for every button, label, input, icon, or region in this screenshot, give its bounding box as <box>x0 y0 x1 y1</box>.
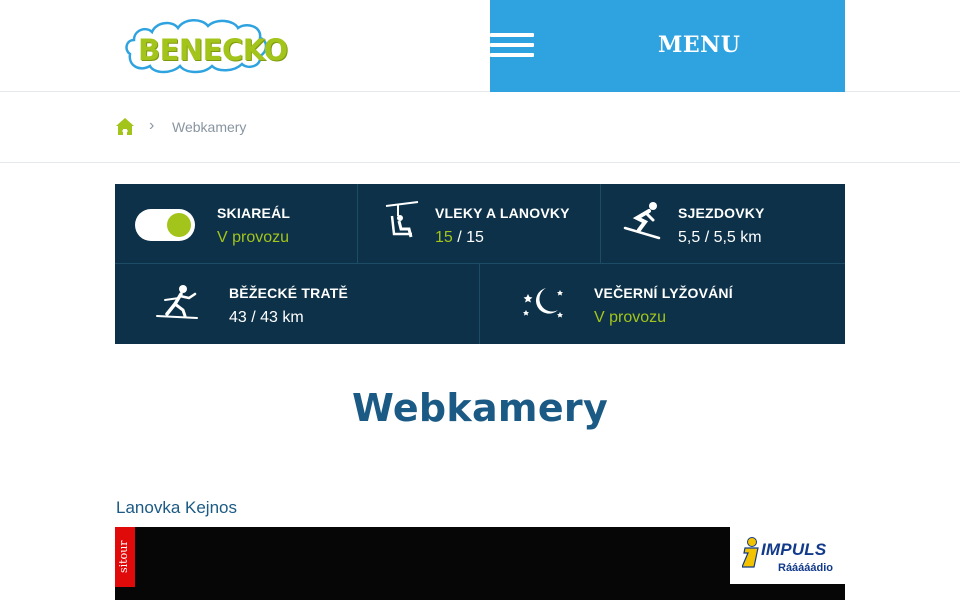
downhill-skier-icon <box>623 200 663 245</box>
lifts-open: 15 <box>435 229 453 246</box>
webcam-label: Lanovka Kejnos <box>116 498 237 517</box>
toggle-switch <box>135 209 195 241</box>
lifts-title: VLEKY A LANOVKY <box>435 205 570 221</box>
webcam-stream[interactable]: sitour IMPULS Rááááádio <box>115 527 845 600</box>
slopes-title: SJEZDOVKY <box>678 205 765 221</box>
status-slopes: SJEZDOVKY 5,5 / 5,5 km <box>601 184 845 264</box>
lifts-total: / 15 <box>452 229 484 246</box>
moon-stars-icon <box>520 284 564 325</box>
lifts-value: 15 / 15 <box>435 229 484 247</box>
resort-status-panel: SKIAREÁL V provozu VLEKY A LANOVKY 15 / … <box>115 184 845 344</box>
evening-value: V provozu <box>594 309 667 326</box>
home-icon[interactable] <box>115 117 135 137</box>
breadcrumb-current: Webkamery <box>172 119 247 135</box>
benecko-logo[interactable]: BENECKO <box>122 14 288 78</box>
logo-text: BENECKO <box>138 33 288 67</box>
impuls-radio-logo: IMPULS Rááááádio <box>730 527 845 584</box>
impuls-sub: Rááááádio <box>778 562 834 574</box>
impuls-brand: IMPULS <box>761 540 827 559</box>
site-header: BENECKO MENU <box>0 0 960 92</box>
status-skiareal: SKIAREÁL V provozu <box>115 184 358 264</box>
menu-button[interactable]: MENU <box>490 0 845 92</box>
menu-label: MENU <box>658 32 741 58</box>
skiareal-value: V provozu <box>217 229 290 246</box>
crosscountry-title: BĚŽECKÉ TRATĚ <box>229 285 349 301</box>
breadcrumb: › Webkamery <box>0 93 960 163</box>
sitour-badge: sitour <box>115 527 135 587</box>
impuls-logo-icon <box>741 537 760 569</box>
slopes-value: 5,5 / 5,5 km <box>678 229 762 246</box>
sitour-text: sitour <box>117 540 130 573</box>
evening-title: VEČERNÍ LYŽOVÁNÍ <box>594 285 733 301</box>
status-evening: VEČERNÍ LYŽOVÁNÍ V provozu <box>480 264 845 344</box>
page-title: Webkamery <box>351 386 609 430</box>
hamburger-icon <box>490 31 536 59</box>
status-lifts: VLEKY A LANOVKY 15 / 15 <box>358 184 601 264</box>
breadcrumb-separator: › <box>149 117 155 134</box>
chairlift-icon <box>384 200 420 245</box>
crosscountry-skier-icon <box>155 284 199 327</box>
status-crosscountry: BĚŽECKÉ TRATĚ 43 / 43 km <box>115 264 480 344</box>
crosscountry-value: 43 / 43 km <box>229 309 304 326</box>
skiareal-title: SKIAREÁL <box>217 205 291 221</box>
